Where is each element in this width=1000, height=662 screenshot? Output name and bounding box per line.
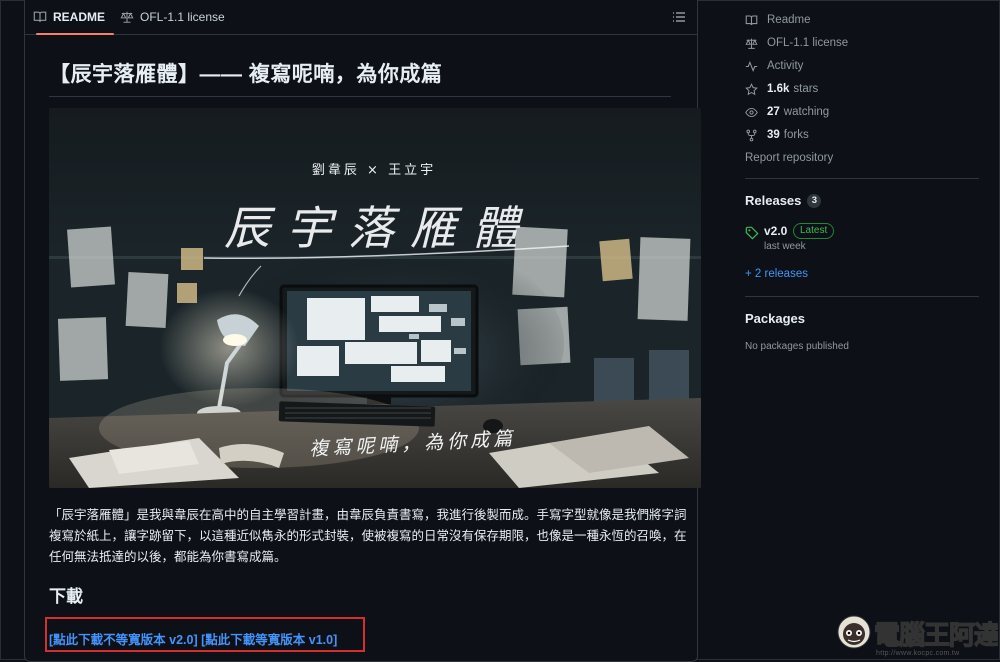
report-repository-label: Report repository: [745, 152, 834, 164]
tab-license-label: OFL-1.1 license: [140, 10, 225, 24]
sidebar-divider: [745, 178, 979, 179]
watching-label: watching: [783, 106, 830, 118]
tag-icon: [745, 226, 759, 240]
banner-calligraphy-title: 辰宇落雁體: [224, 201, 534, 255]
about-sidebar: Readme OFL-1.1 license Activity 1.6k sta…: [724, 0, 1000, 660]
latest-badge: Latest: [793, 223, 835, 239]
outline-list-icon[interactable]: [671, 9, 687, 25]
releases-heading[interactable]: Releases 3: [745, 193, 822, 208]
sidebar-activity-label: Activity: [767, 60, 804, 72]
sidebar-license-link[interactable]: OFL-1.1 license: [745, 34, 848, 52]
sidebar-watching-link[interactable]: 27 watching: [745, 103, 829, 121]
eye-icon: [745, 107, 758, 117]
active-tab-indicator: [36, 33, 114, 35]
readme-title: 【辰宇落雁體】—— 複寫呢喃，為你成篇: [49, 63, 443, 86]
tab-license[interactable]: OFL-1.1 license: [120, 0, 225, 34]
packages-heading[interactable]: Packages: [745, 311, 805, 326]
sidebar-license-label: OFL-1.1 license: [767, 37, 849, 49]
sidebar-divider: [745, 296, 979, 297]
forks-count: 39: [767, 129, 780, 141]
pulse-icon: [745, 60, 758, 72]
watermark-text: 電腦王阿達: [874, 621, 998, 651]
sidebar-activity-link[interactable]: Activity: [745, 57, 803, 75]
readme-description: 「辰宇落雁體」是我與韋辰在高中的自主學習計畫，由韋辰負責書寫，我進行後製而成。手…: [49, 508, 687, 564]
sidebar-forks-link[interactable]: 39 forks: [745, 126, 809, 144]
readme-tab-bar: README OFL-1.1 license: [25, 0, 697, 35]
stars-label: stars: [793, 83, 819, 95]
sidebar-readme-link[interactable]: Readme: [745, 11, 810, 29]
no-packages-text: No packages published: [745, 341, 849, 352]
forks-label: forks: [783, 129, 809, 141]
sidebar-stars-link[interactable]: 1.6k stars: [745, 80, 818, 98]
download-heading: 下載: [49, 587, 83, 606]
fork-icon: [746, 129, 757, 141]
latest-release-version[interactable]: v2.0: [764, 224, 787, 238]
download-monospace-link[interactable]: [點此下載等寬版本 v1.0]: [201, 633, 337, 647]
tab-readme[interactable]: README: [33, 0, 114, 35]
title-divider: [49, 96, 671, 97]
download-proportional-link[interactable]: [點此下載不等寬版本 v2.0]: [49, 633, 198, 647]
watching-count: 27: [767, 106, 780, 118]
packages-heading-label: Packages: [745, 311, 805, 326]
releases-heading-label: Releases: [745, 193, 802, 208]
star-icon: [745, 82, 758, 95]
law-scale-icon: [120, 11, 134, 23]
releases-count-badge: 3: [807, 193, 822, 208]
stars-count: 1.6k: [767, 83, 790, 95]
release-date: last week: [764, 241, 806, 252]
law-scale-icon: [745, 38, 758, 49]
book-icon: [33, 11, 47, 22]
tab-readme-label: README: [53, 10, 106, 24]
download-links: [點此下載不等寬版本 v2.0] [點此下載等寬版本 v1.0]: [49, 629, 337, 648]
book-icon: [745, 15, 758, 25]
sidebar-readme-label: Readme: [767, 14, 811, 26]
banner-image: 劉韋辰 × 王立宇 辰宇落雁體 複寫呢喃，為你成篇: [49, 108, 701, 488]
banner-authors: 劉韋辰 × 王立宇: [312, 163, 436, 178]
report-repository-link[interactable]: Report repository: [745, 149, 833, 167]
readme-panel: README OFL-1.1 license 【辰宇落雁體】—— 複寫呢喃，為你…: [24, 0, 701, 662]
more-releases-link[interactable]: + 2 releases: [745, 268, 808, 280]
watermark-url: http://www.kocpc.com.tw: [876, 650, 960, 657]
